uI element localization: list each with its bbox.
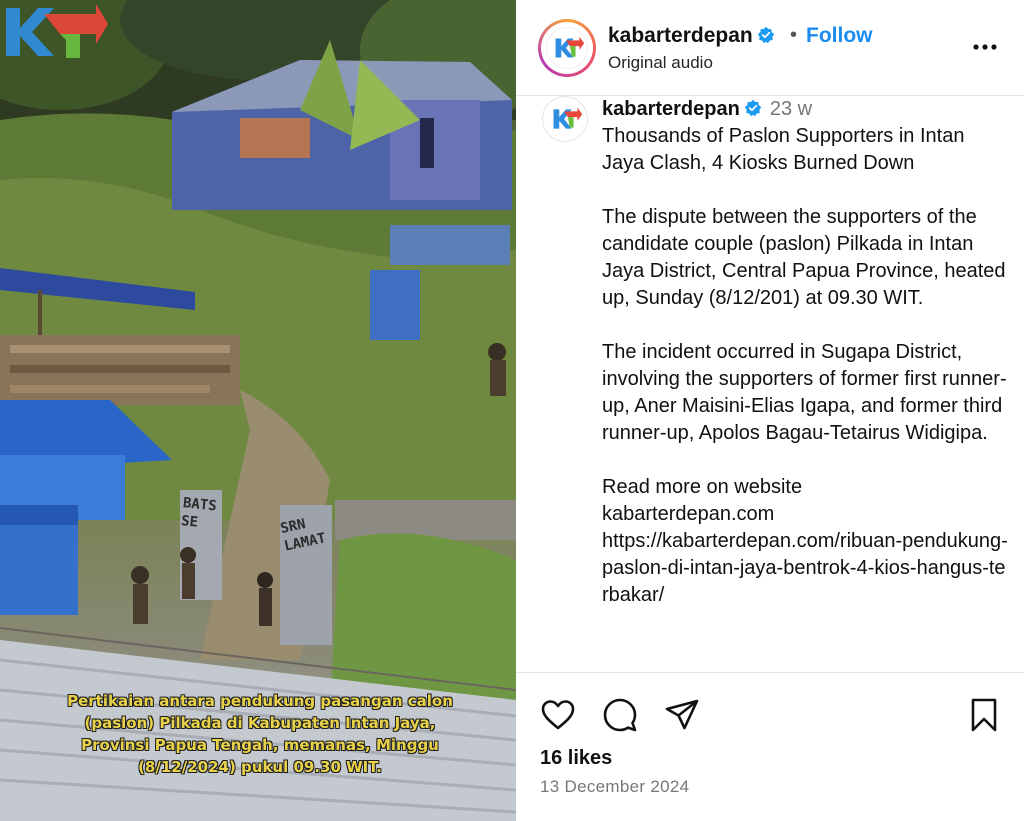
sign-left: BATS SE: [180, 495, 218, 531]
header-username-text[interactable]: kabarterdepan: [608, 24, 753, 47]
read-more-text: Read more on website: [602, 476, 803, 498]
post-panel: kabarterdepan • Follow Original audio ka…: [516, 0, 1024, 821]
caption-line: (8/12/2024) pukul 09.30 WIT.: [138, 758, 382, 776]
caption-avatar[interactable]: [542, 96, 588, 142]
verified-badge-icon: [744, 99, 762, 117]
bookmark-icon[interactable]: [966, 697, 1002, 733]
caption-username[interactable]: kabarterdepan: [602, 98, 740, 120]
header-separator-dot: •: [790, 24, 798, 46]
post-paragraph: The dispute between the supporters of th…: [602, 206, 1006, 309]
header-username[interactable]: kabarterdepan: [608, 24, 775, 48]
post-video[interactable]: BATS SE SRN LAMAT Pertikaian antara pend…: [0, 0, 516, 821]
heart-icon[interactable]: [540, 697, 576, 733]
post-caption: kabarterdepan 23 w Thousands of Paslon Su…: [602, 96, 1012, 609]
verified-badge-icon: [757, 26, 774, 44]
follow-button[interactable]: Follow: [806, 24, 873, 48]
caption-line: Provinsi Papua Tengah, memanas, Minggu: [81, 736, 439, 754]
share-icon[interactable]: [664, 697, 700, 733]
post-age[interactable]: 23 w: [770, 98, 812, 120]
post-date[interactable]: 13 December 2024: [540, 777, 689, 797]
avatar[interactable]: [538, 19, 596, 77]
post-actions: 16 likes 13 December 2024: [516, 672, 1024, 821]
audio-label[interactable]: Original audio: [608, 53, 713, 73]
article-url: https://kabarterdepan.com/ribuan-penduku…: [602, 530, 1008, 606]
comment-icon[interactable]: [602, 697, 638, 733]
kt-logo-watermark: [6, 4, 108, 58]
caption-line: Pertikaian antara pendukung pasangan cal…: [67, 692, 453, 710]
site-name: kabarterdepan.com: [602, 503, 775, 525]
more-horizontal-icon[interactable]: [970, 32, 1000, 62]
kt-logo-icon: [546, 27, 588, 69]
post-header: kabarterdepan • Follow Original audio: [516, 0, 1024, 96]
post-headline: Thousands of Paslon Supporters in Intan …: [602, 125, 965, 174]
post-paragraph: The incident occurred in Sugapa District…: [602, 341, 1007, 444]
caption-line: (paslon) Pilkada di Kabupaten Intan Jaya…: [84, 714, 436, 732]
likes-count[interactable]: 16 likes: [540, 747, 612, 770]
video-caption: Pertikaian antara pendukung pasangan cal…: [40, 690, 480, 778]
